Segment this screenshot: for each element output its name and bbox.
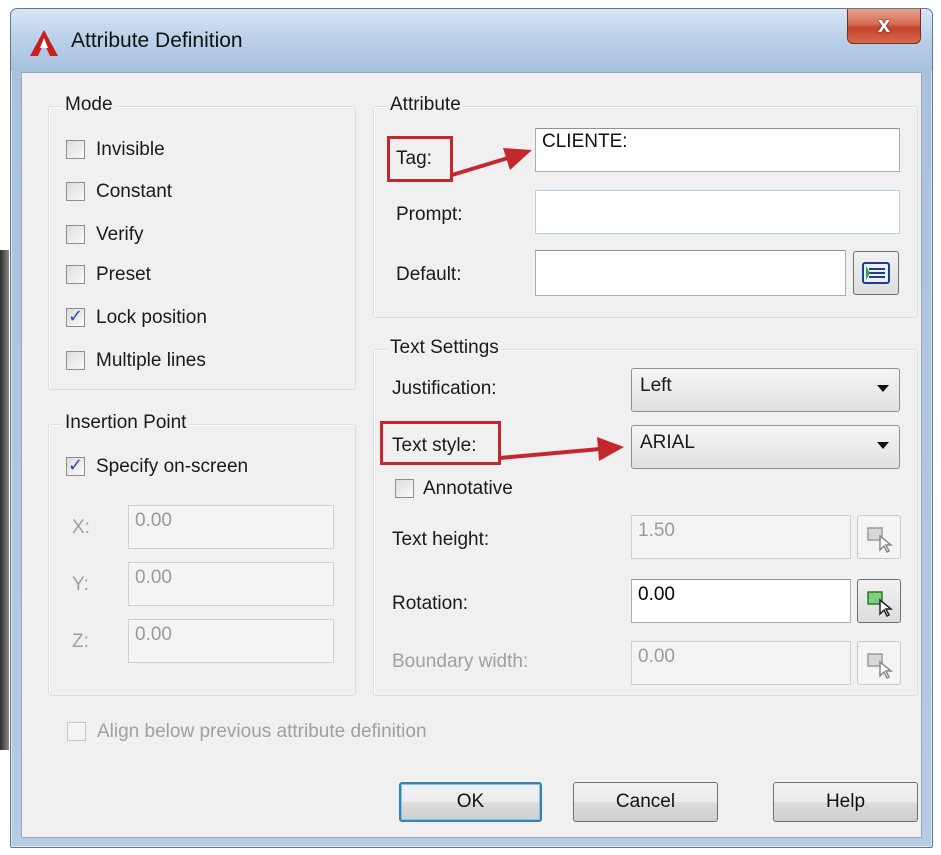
- annotative-label: Annotative: [423, 478, 513, 499]
- prompt-field[interactable]: [535, 190, 900, 234]
- mode-group-label: Mode: [62, 94, 116, 116]
- specify-on-screen-label: Specify on-screen: [96, 456, 249, 477]
- insert-field-button[interactable]: [853, 251, 899, 295]
- justification-value: Left: [640, 375, 672, 396]
- autocad-icon: [30, 30, 58, 56]
- x-field[interactable]: 0.00: [128, 505, 334, 549]
- text-settings-label: Text Settings: [387, 337, 502, 359]
- y-field[interactable]: 0.00: [128, 562, 334, 606]
- lock-position-checkbox[interactable]: [66, 306, 85, 327]
- mode-group: [48, 106, 356, 390]
- boundary-width-label: Boundary width:: [392, 651, 529, 672]
- window-title: Attribute Definition: [71, 29, 243, 52]
- text-style-highlight-box: [380, 421, 501, 465]
- text-height-field[interactable]: 1.50: [631, 515, 851, 559]
- tag-highlight-box: [387, 136, 453, 182]
- chevron-down-icon: [877, 442, 889, 449]
- verify-checkbox[interactable]: [66, 225, 85, 244]
- cancel-button[interactable]: Cancel: [573, 782, 718, 822]
- z-label: Z:: [72, 631, 89, 652]
- prompt-label: Prompt:: [396, 204, 463, 225]
- align-below-label: Align below previous attribute definitio…: [97, 721, 427, 742]
- preset-checkbox[interactable]: [66, 265, 85, 284]
- help-button[interactable]: Help: [773, 782, 918, 822]
- justification-label: Justification:: [392, 378, 497, 399]
- boundary-width-pick-button[interactable]: [857, 641, 901, 685]
- annotative-checkbox[interactable]: [395, 479, 414, 498]
- rotation-label: Rotation:: [392, 593, 469, 614]
- close-button[interactable]: x: [847, 9, 921, 44]
- default-label: Default:: [396, 264, 462, 285]
- invisible-label: Invisible: [96, 139, 165, 160]
- pick-point-icon: [867, 591, 894, 618]
- rotation-pick-button[interactable]: [857, 579, 901, 623]
- ok-button[interactable]: OK: [399, 782, 542, 822]
- constant-checkbox[interactable]: [66, 182, 85, 201]
- align-below-checkbox[interactable]: [67, 722, 86, 741]
- text-style-value: ARIAL: [640, 432, 695, 453]
- chevron-down-icon: [877, 385, 889, 392]
- pick-point-icon: [867, 527, 894, 554]
- text-height-pick-button[interactable]: [857, 515, 901, 559]
- y-label: Y:: [72, 574, 89, 595]
- attribute-group-label: Attribute: [387, 94, 464, 116]
- rotation-field[interactable]: 0.00: [631, 579, 851, 623]
- insert-field-icon: [862, 262, 890, 284]
- specify-on-screen-checkbox[interactable]: [66, 455, 85, 476]
- pick-point-icon: [867, 653, 894, 680]
- constant-label: Constant: [96, 181, 173, 202]
- text-style-dropdown[interactable]: ARIAL: [631, 425, 900, 469]
- z-field[interactable]: 0.00: [128, 619, 334, 663]
- multiple-lines-checkbox[interactable]: [66, 351, 85, 370]
- justification-dropdown[interactable]: Left: [631, 368, 900, 412]
- multiple-lines-label: Multiple lines: [96, 350, 206, 371]
- background-edge: [0, 250, 9, 750]
- boundary-width-field[interactable]: 0.00: [631, 641, 851, 685]
- preset-label: Preset: [96, 264, 151, 285]
- insertion-point-label: Insertion Point: [62, 412, 190, 434]
- title-bar[interactable]: Attribute Definition x: [11, 9, 932, 71]
- verify-label: Verify: [96, 224, 144, 245]
- x-label: X:: [72, 517, 90, 538]
- invisible-checkbox[interactable]: [66, 140, 85, 159]
- text-height-label: Text height:: [392, 529, 490, 550]
- lock-position-label: Lock position: [96, 307, 207, 328]
- tag-field[interactable]: CLIENTE:: [535, 128, 900, 172]
- default-field[interactable]: [535, 250, 846, 296]
